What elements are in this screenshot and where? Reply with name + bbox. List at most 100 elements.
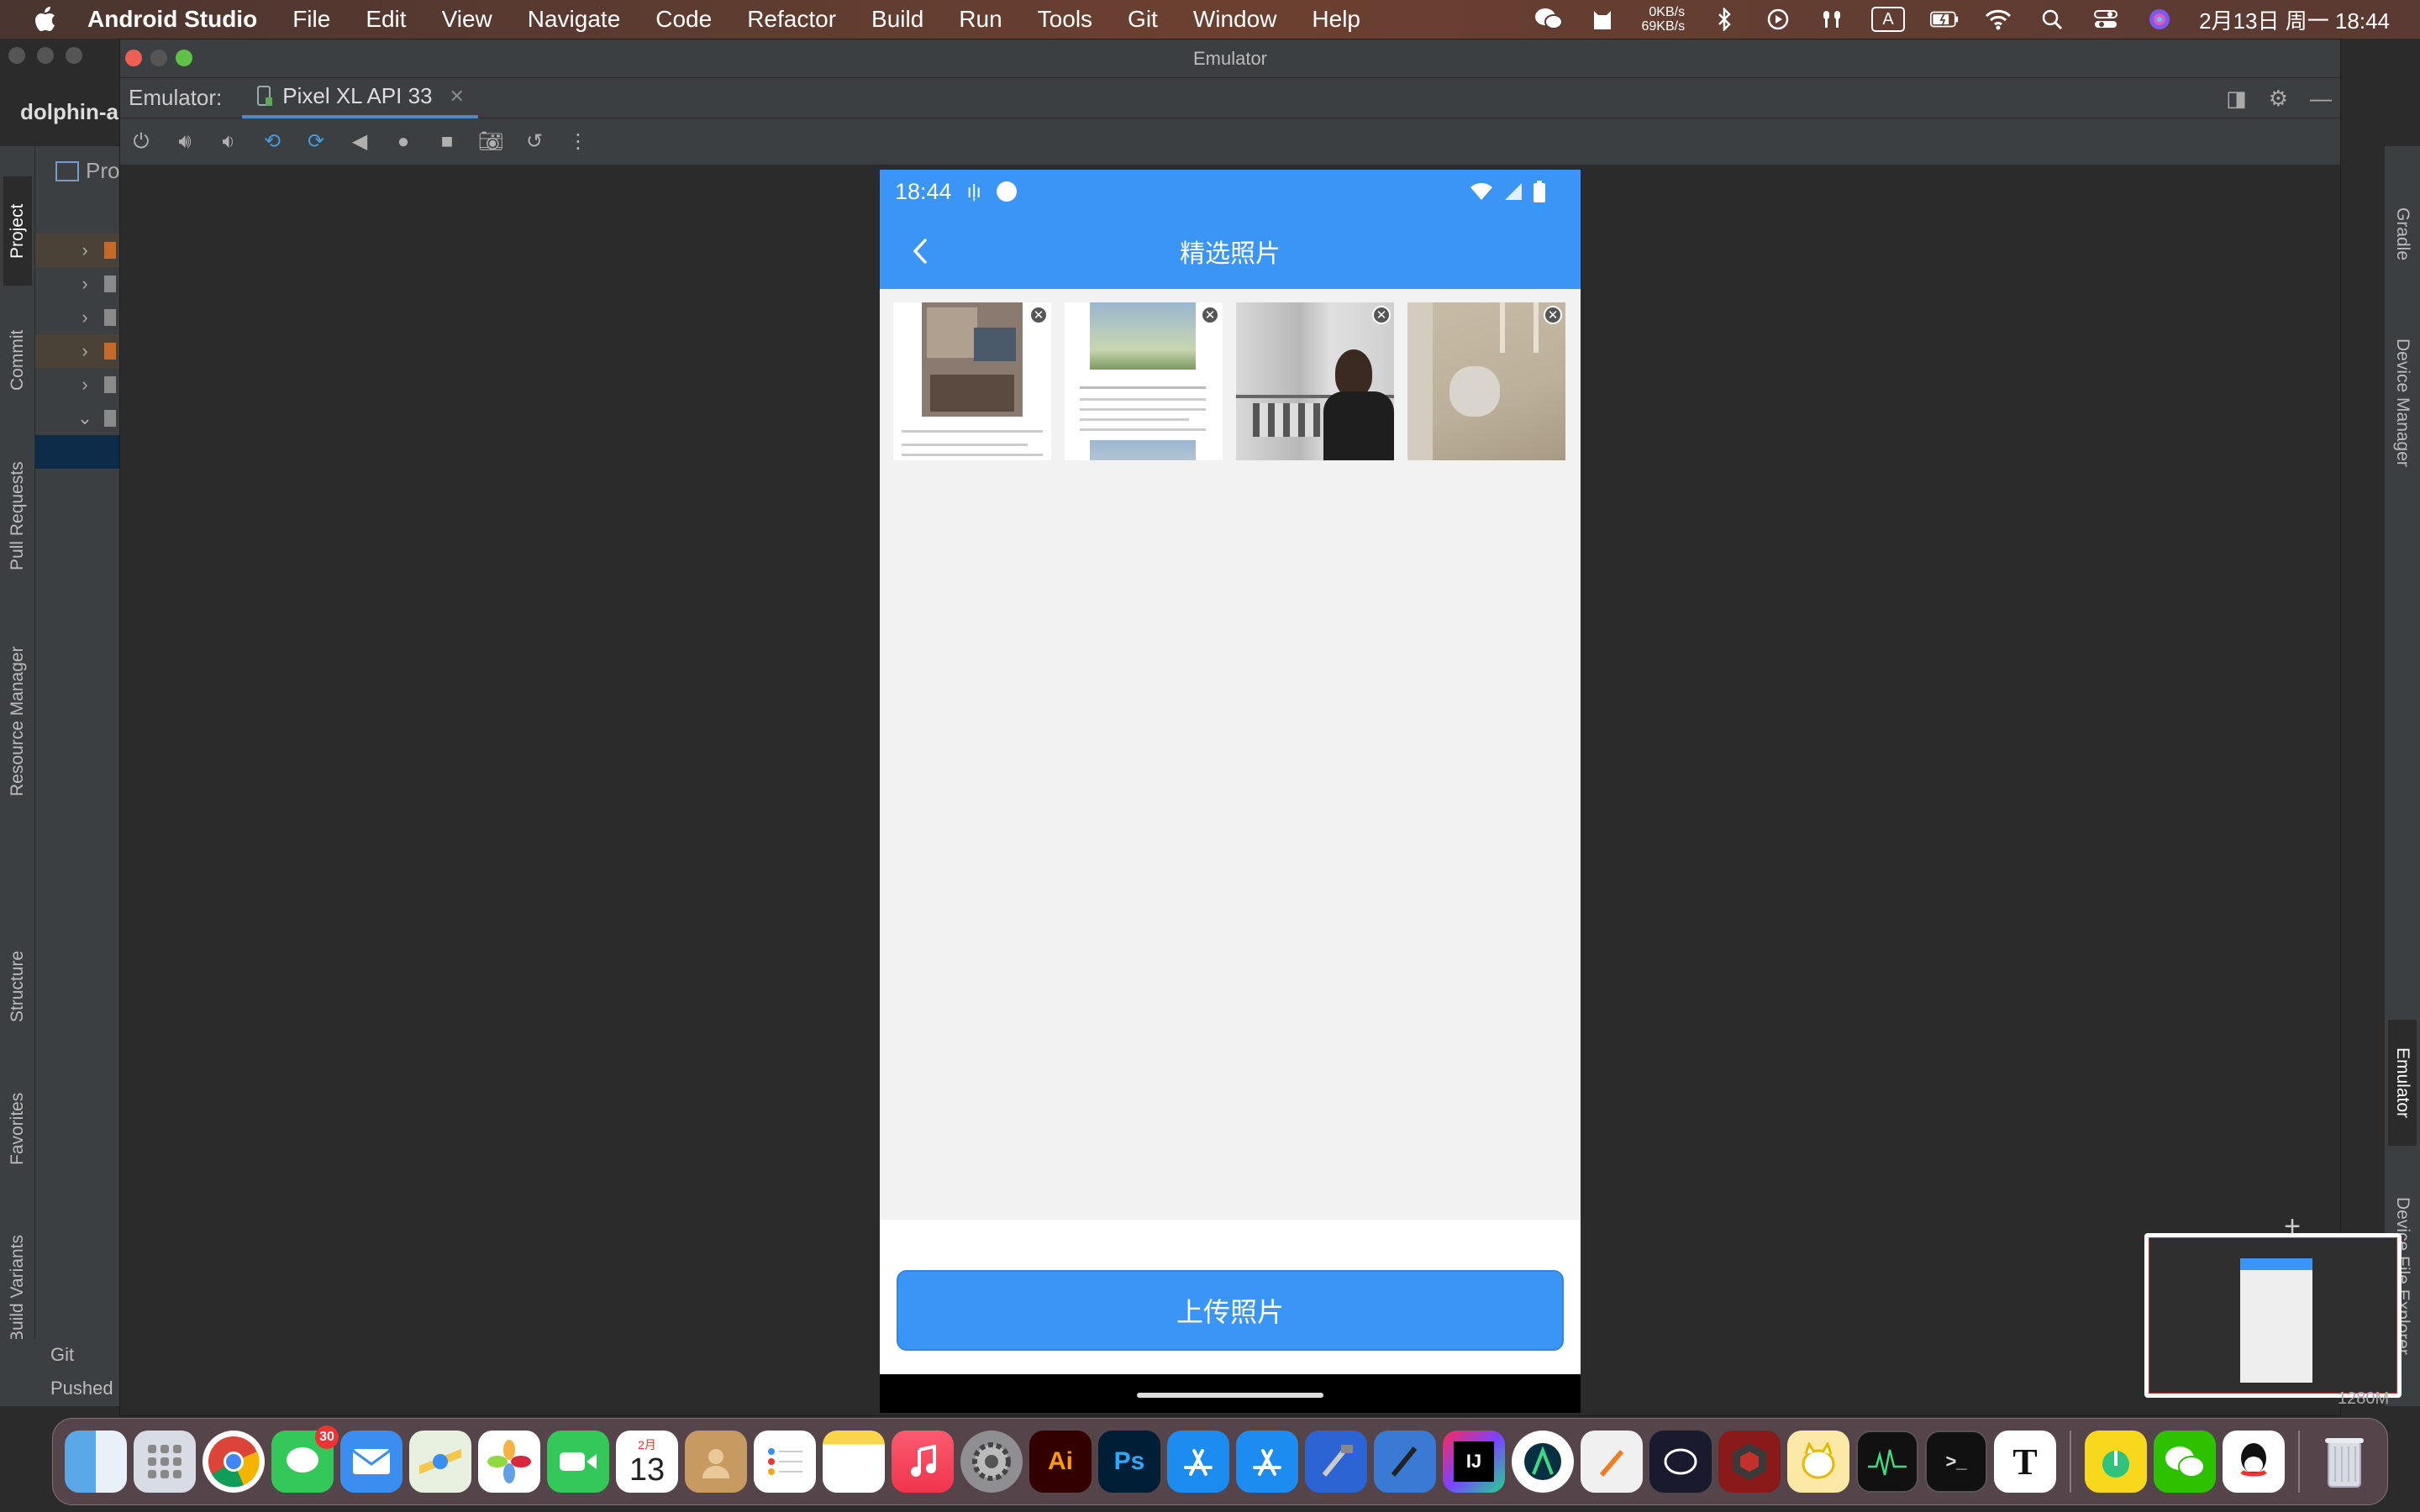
illustrator-app-icon[interactable]: Ai (1029, 1431, 1092, 1493)
bluetooth-icon[interactable] (1710, 7, 1739, 32)
remove-photo-icon[interactable]: ✕ (1201, 306, 1219, 324)
app-name-menu[interactable]: Android Studio (87, 6, 257, 33)
qq-music-app-icon[interactable] (2085, 1431, 2147, 1493)
menu-run[interactable]: Run (959, 6, 1002, 33)
gesture-handle[interactable] (1137, 1393, 1323, 1398)
notes-app-icon[interactable] (823, 1431, 885, 1493)
snapshot-icon[interactable]: ↺ (522, 129, 547, 155)
memory-indicator[interactable]: 1280M (2338, 1389, 2389, 1409)
photo-thumbnail[interactable]: ✕ (1065, 302, 1223, 460)
git-tool-tab[interactable]: Git (50, 1344, 74, 1366)
tool-tab-structure[interactable]: Structure (3, 927, 32, 1045)
redis-app-icon[interactable] (1718, 1431, 1781, 1493)
calendar-app-icon[interactable]: 2月 13 (616, 1431, 678, 1493)
wechat-app-icon[interactable] (2154, 1431, 2216, 1493)
tree-row[interactable]: › (35, 334, 119, 368)
camera-icon[interactable]: 📷︎ (478, 129, 503, 155)
volume-down-icon[interactable]: 🔉︎ (216, 129, 241, 155)
android-studio-app-icon[interactable] (1512, 1431, 1574, 1493)
tool-tab-emulator[interactable]: Emulator (2388, 1020, 2417, 1146)
ide-close-dot[interactable] (8, 47, 25, 64)
menu-refactor[interactable]: Refactor (747, 6, 836, 33)
chrome-app-icon[interactable] (203, 1431, 265, 1493)
tool-tab-commit[interactable]: Commit (3, 306, 32, 415)
tool-tab-project[interactable]: Project (3, 176, 32, 286)
rotate-right-icon[interactable]: ⟳ (303, 129, 329, 155)
tool-tab-pull-requests[interactable]: Pull Requests (3, 440, 32, 591)
photo-thumbnail[interactable]: ✕ (893, 302, 1051, 460)
project-name[interactable]: dolphin-a (20, 99, 118, 125)
menu-view[interactable]: View (442, 6, 492, 33)
tree-row[interactable]: › (35, 301, 119, 334)
remove-photo-icon[interactable]: ✕ (1544, 306, 1562, 324)
finder-app-icon[interactable] (65, 1431, 127, 1493)
app-store-app-icon[interactable] (1167, 1431, 1229, 1493)
menu-navigate[interactable]: Navigate (528, 6, 621, 33)
back-arrow-icon[interactable] (908, 237, 934, 265)
menu-edit[interactable]: Edit (366, 6, 406, 33)
ide-zoom-dot[interactable] (66, 47, 82, 64)
siri-icon[interactable] (2145, 7, 2174, 32)
menu-git[interactable]: Git (1128, 6, 1158, 33)
tool-tab-resource-manager[interactable]: Resource Manager (3, 625, 32, 818)
apple-menu-icon[interactable] (30, 4, 60, 34)
overview-icon[interactable]: ■ (434, 129, 460, 155)
device-tab-pixel-xl[interactable]: Pixel XL API 33 ✕ (242, 78, 478, 118)
power-icon[interactable]: ⏻ (129, 129, 154, 155)
activity-monitor-app-icon[interactable] (1856, 1431, 1918, 1493)
trash-icon[interactable] (2313, 1431, 2375, 1493)
cat-tray-icon[interactable] (1588, 7, 1617, 32)
xcode-tools-app-icon[interactable] (1236, 1431, 1298, 1493)
tree-row-selected[interactable] (35, 435, 119, 469)
tool-tab-device-manager[interactable]: Device Manager (2388, 314, 2417, 491)
remove-photo-icon[interactable]: ✕ (1029, 306, 1048, 324)
qq-app-icon[interactable] (2223, 1431, 2285, 1493)
typora-app-icon[interactable]: T (1994, 1431, 2056, 1493)
tree-row[interactable]: › (35, 234, 119, 267)
menu-window[interactable]: Window (1193, 6, 1277, 33)
photos-app-icon[interactable] (478, 1431, 540, 1493)
menu-file[interactable]: File (292, 6, 330, 33)
more-options-icon[interactable]: ⋮ (566, 129, 591, 155)
minimize-window-button[interactable] (150, 50, 167, 66)
rotate-left-icon[interactable]: ⟲ (260, 129, 285, 155)
close-window-button[interactable] (125, 50, 142, 66)
music-app-icon[interactable] (892, 1431, 954, 1493)
tree-row[interactable]: ⌄ (35, 402, 119, 435)
messages-app-icon[interactable]: 30 (271, 1425, 339, 1493)
project-panel-header[interactable]: Pro (55, 158, 119, 184)
ide-minimize-dot[interactable] (37, 47, 54, 64)
screenshot-preview-thumbnail[interactable] (2144, 1233, 2402, 1398)
system-preferences-app-icon[interactable] (960, 1431, 1023, 1493)
volume-up-icon[interactable]: 🔊︎ (172, 129, 197, 155)
xcode-app-icon[interactable] (1305, 1431, 1367, 1493)
spotlight-search-icon[interactable] (2038, 7, 2066, 32)
close-tab-icon[interactable]: ✕ (450, 86, 465, 108)
zoom-window-button[interactable] (176, 50, 192, 66)
intellij-app-icon[interactable]: IJ (1443, 1431, 1505, 1493)
chat-cloud-app-icon[interactable] (1649, 1431, 1712, 1493)
back-icon[interactable]: ◀ (347, 129, 372, 155)
reminders-app-icon[interactable] (754, 1431, 816, 1493)
input-method-indicator[interactable]: A (1871, 7, 1906, 32)
menu-tools[interactable]: Tools (1038, 6, 1092, 33)
instruments-app-icon[interactable] (1374, 1431, 1436, 1493)
maps-app-icon[interactable] (409, 1431, 471, 1493)
minimize-icon[interactable]: — (2310, 86, 2332, 112)
photoshop-app-icon[interactable]: Ps (1098, 1431, 1160, 1493)
terminal-app-icon[interactable]: >_ (1925, 1431, 1987, 1493)
menu-code[interactable]: Code (655, 6, 712, 33)
facetime-app-icon[interactable] (547, 1431, 609, 1493)
contacts-app-icon[interactable] (685, 1431, 747, 1493)
clock-datetime[interactable]: 2月13日 周一 18:44 (2199, 4, 2390, 35)
tool-tab-gradle[interactable]: Gradle (2388, 180, 2417, 289)
home-icon[interactable]: ● (391, 129, 416, 155)
remove-photo-icon[interactable]: ✕ (1372, 306, 1391, 324)
tool-tab-favorites[interactable]: Favorites (3, 1070, 32, 1188)
sketch-pen-app-icon[interactable] (1581, 1431, 1643, 1493)
menu-build[interactable]: Build (871, 6, 923, 33)
upload-photos-button[interactable]: 上传照片 (897, 1270, 1564, 1351)
layout-toggle-icon[interactable]: ◨ (2226, 86, 2247, 112)
control-center-icon[interactable] (2091, 7, 2120, 32)
tree-row[interactable]: › (35, 267, 119, 301)
